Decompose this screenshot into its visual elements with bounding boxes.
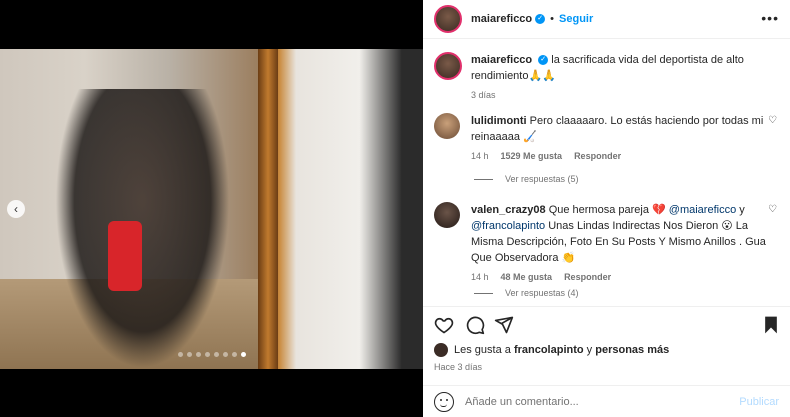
verified-icon: ✓	[535, 14, 546, 24]
carousel-dots	[178, 352, 246, 357]
bookmark-icon[interactable]	[761, 315, 781, 335]
mention-link[interactable]: @maiareficco	[669, 204, 736, 216]
comment-text: Que hermosa pareja 💔	[548, 204, 666, 216]
carousel-prev-button[interactable]: ‹	[7, 200, 25, 218]
view-replies-button[interactable]: Ver respuestas (5)	[474, 174, 579, 184]
likes-summary: Les gusta a francolapinto y personas más	[434, 343, 669, 357]
others-likes-link[interactable]: personas más	[595, 344, 669, 356]
mention-link[interactable]: @francolapinto	[471, 220, 545, 232]
view-replies-button[interactable]: Ver respuestas (4)	[474, 288, 579, 298]
caption: maiareficco ✓ la sacrificada vida del de…	[434, 52, 779, 100]
comment-item: lulidimonti Pero claaaaaro. Lo estás hac…	[434, 113, 779, 161]
chevron-left-icon: ‹	[14, 202, 18, 216]
liker-username[interactable]: francolapinto	[514, 344, 584, 356]
view-replies-label: Ver respuestas (5)	[505, 174, 579, 184]
add-comment-bar: Publicar	[423, 385, 790, 417]
heart-icon[interactable]	[434, 315, 454, 335]
avatar[interactable]	[434, 343, 448, 357]
emoji-icon[interactable]	[434, 391, 454, 412]
caption-time[interactable]: 3 días	[471, 90, 496, 100]
comment-like-heart-icon[interactable]: ♡	[768, 115, 777, 126]
post-timestamp[interactable]: Hace 3 días	[434, 362, 482, 372]
avatar[interactable]	[434, 52, 462, 80]
comment-time[interactable]: 14 h	[471, 272, 489, 282]
post-media: ‹	[0, 0, 423, 417]
header-username[interactable]: maiareficco	[471, 13, 532, 25]
comments-section[interactable]: maiareficco ✓ la sacrificada vida del de…	[423, 40, 790, 300]
comment-item: valen_crazy08 Que hermosa pareja 💔 @maia…	[434, 202, 779, 282]
comment-likes[interactable]: 1529 Me gusta	[501, 151, 563, 161]
comment-icon[interactable]	[465, 315, 485, 335]
share-icon[interactable]	[494, 315, 514, 335]
avatar[interactable]	[434, 5, 462, 33]
caption-username[interactable]: maiareficco	[471, 54, 532, 66]
post-photo[interactable]	[0, 49, 423, 369]
avatar[interactable]	[434, 202, 460, 228]
publish-button[interactable]: Publicar	[739, 396, 779, 408]
comment-like-heart-icon[interactable]: ♡	[768, 204, 777, 215]
verified-icon: ✓	[538, 55, 549, 66]
comment-username[interactable]: lulidimonti	[471, 115, 527, 127]
action-bar	[423, 306, 790, 342]
post-header: maiareficco ✓ • Seguir •••	[423, 0, 790, 39]
comment-input[interactable]	[465, 395, 735, 408]
reply-button[interactable]: Responder	[574, 151, 621, 161]
reply-button[interactable]: Responder	[564, 272, 611, 282]
follow-button[interactable]: Seguir	[559, 13, 593, 25]
more-horizontal-icon[interactable]: •••	[761, 10, 779, 26]
separator: •	[550, 13, 555, 25]
view-replies-label: Ver respuestas (4)	[505, 288, 579, 298]
comment-username[interactable]: valen_crazy08	[471, 204, 546, 216]
comment-time[interactable]: 14 h	[471, 151, 489, 161]
comment-likes[interactable]: 48 Me gusta	[501, 272, 553, 282]
avatar[interactable]	[434, 113, 460, 139]
post-panel: maiareficco ✓ • Seguir ••• maiareficco ✓…	[423, 0, 790, 417]
